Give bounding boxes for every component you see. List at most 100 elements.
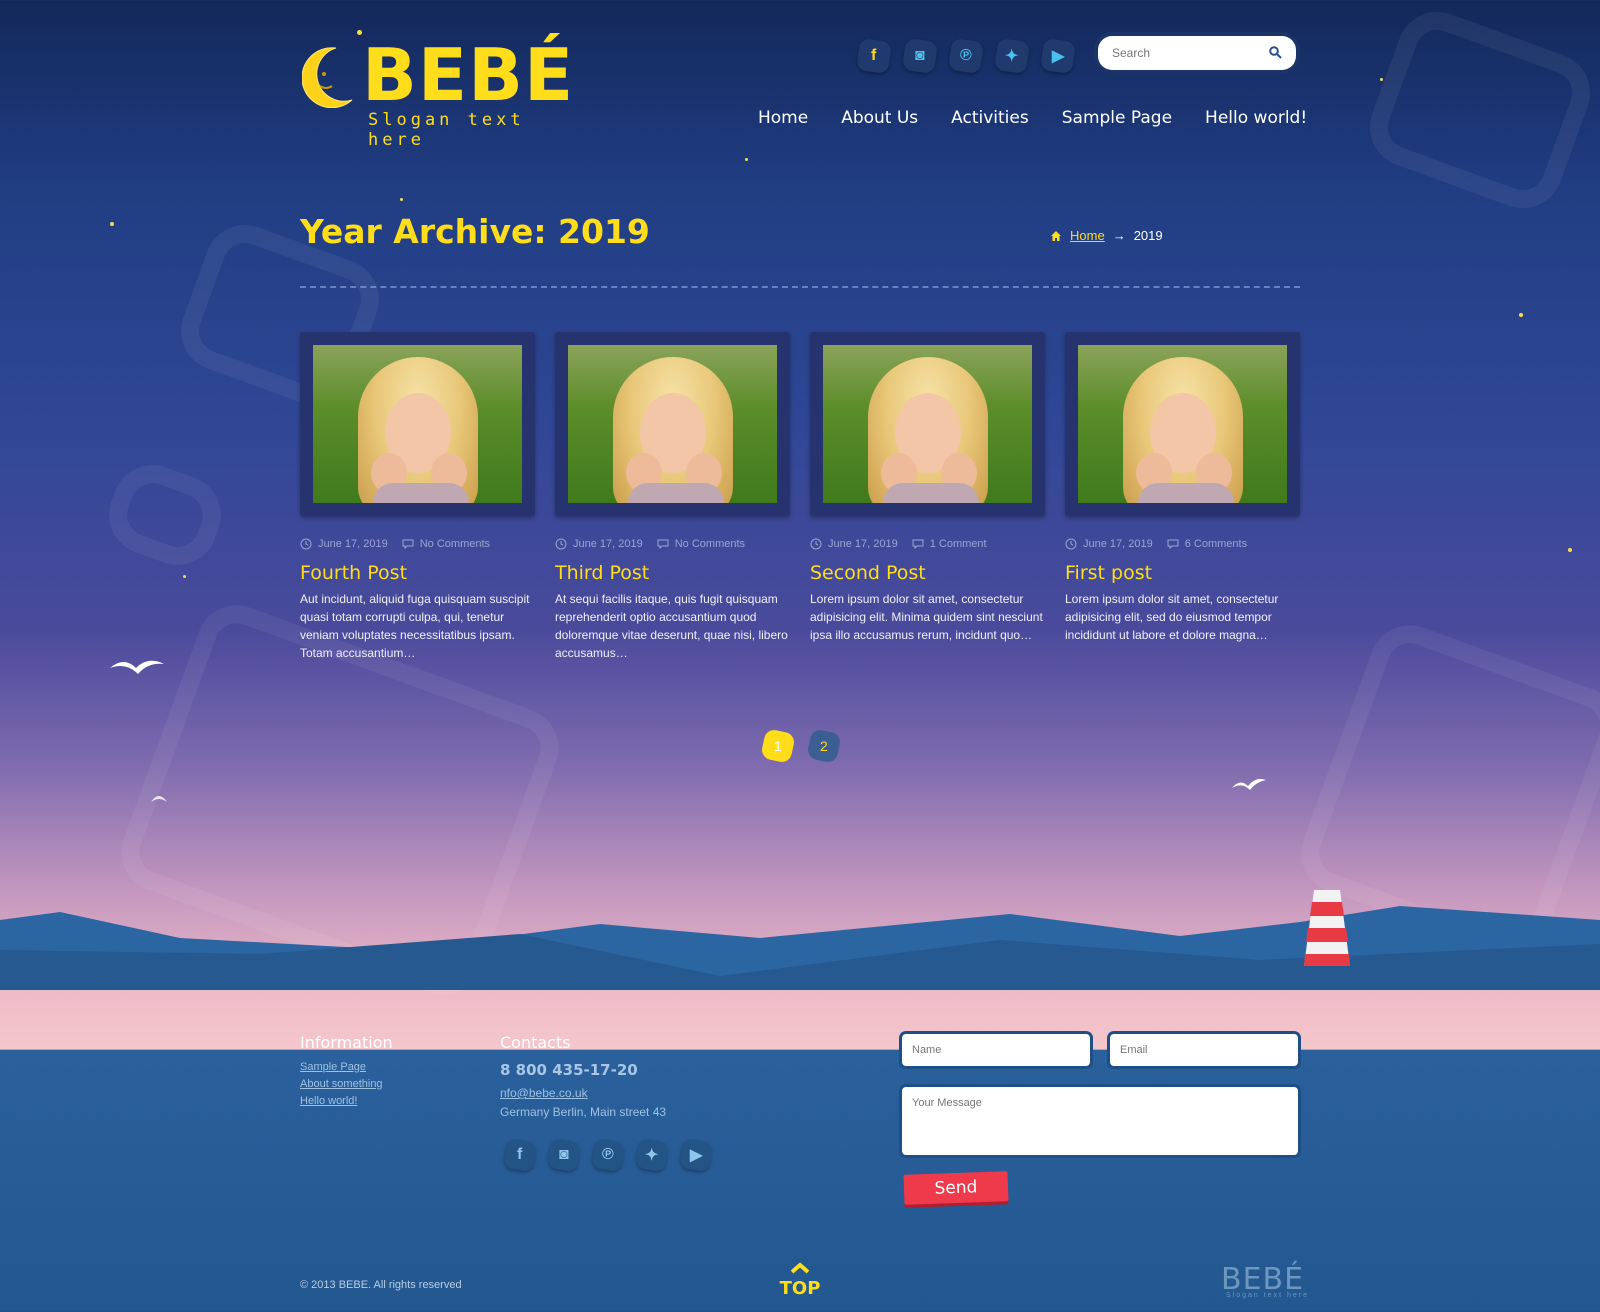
star-decor [183, 575, 186, 578]
main-nav: Home About Us Activities Sample Page Hel… [758, 108, 1307, 128]
post-meta: June 17, 2019 No Comments [555, 538, 790, 550]
post-thumbnail[interactable] [300, 332, 535, 516]
post-title[interactable]: Fourth Post [300, 562, 535, 584]
footer-link-sample-page[interactable]: Sample Page [300, 1061, 366, 1073]
post-photo [823, 345, 1032, 503]
header-social-links: f ◙ ℗ ✦ ▶ [855, 37, 1077, 75]
footer-link-about-something[interactable]: About something [300, 1078, 383, 1090]
post-date: June 17, 2019 [573, 538, 643, 550]
post-comments-link[interactable]: No Comments [675, 538, 745, 550]
swirl-decor [1358, 0, 1600, 220]
nav-home[interactable]: Home [758, 108, 808, 128]
youtube-icon[interactable]: ▶ [1039, 37, 1077, 75]
pinterest-icon[interactable]: ℗ [947, 37, 985, 75]
page-1-button[interactable]: 1 [760, 728, 796, 764]
post-excerpt: Aut incidunt, aliquid fuga quisquam susc… [300, 592, 530, 660]
footer-slogan: Slogan text here [1226, 1292, 1309, 1299]
breadcrumb-arrow-icon: → [1112, 228, 1126, 243]
twitter-icon[interactable]: ✦ [993, 37, 1031, 75]
post-title[interactable]: First post [1065, 562, 1300, 584]
footer-information-heading: Information [300, 1033, 393, 1052]
breadcrumb: Home → 2019 [1050, 228, 1163, 243]
message-field[interactable] [902, 1087, 1298, 1155]
post-card: June 17, 2019 No Comments Fourth Post Au… [300, 332, 535, 662]
clock-icon [555, 538, 567, 550]
seagull-icon [1232, 778, 1266, 790]
post-photo [1078, 345, 1287, 503]
home-icon [1051, 230, 1061, 241]
post-excerpt: At sequi facilis itaque, quis fugit quis… [555, 592, 788, 660]
nav-activities[interactable]: Activities [951, 108, 1029, 128]
pinterest-icon[interactable]: ℗ [591, 1138, 625, 1172]
nav-hello-world[interactable]: Hello world! [1205, 108, 1307, 128]
search-input[interactable] [1098, 36, 1258, 70]
post-comments-link[interactable]: 6 Comments [1185, 538, 1247, 550]
clock-icon [810, 538, 822, 550]
search-box [1098, 36, 1296, 70]
site-logo[interactable]: BEBÉ Slogan text here [300, 30, 590, 150]
page-2-button[interactable]: 2 [806, 728, 842, 764]
post-excerpt: Lorem ipsum dolor sit amet, consectetur … [1065, 592, 1279, 642]
seagull-icon [151, 796, 167, 802]
post-photo [313, 345, 522, 503]
star-decor [110, 222, 114, 226]
search-icon[interactable] [1269, 46, 1282, 59]
post-comments-link[interactable]: No Comments [420, 538, 490, 550]
breadcrumb-home[interactable]: Home [1070, 228, 1105, 243]
send-button[interactable]: Send [903, 1171, 1009, 1205]
facebook-icon[interactable]: f [855, 37, 893, 75]
email-field[interactable] [1110, 1034, 1298, 1066]
comment-icon [912, 539, 924, 550]
post-card: June 17, 2019 6 Comments First post Lore… [1065, 332, 1300, 662]
post-thumbnail[interactable] [1065, 332, 1300, 516]
comment-icon [1167, 539, 1179, 550]
breadcrumb-current: 2019 [1133, 228, 1163, 243]
pagination: 1 2 [760, 728, 842, 764]
copyright-text: © 2013 BEBE. All rights reserved [300, 1279, 462, 1291]
post-thumbnail[interactable] [810, 332, 1045, 516]
swirl-decor [97, 453, 233, 577]
back-to-top-button[interactable]: TOP [777, 1262, 823, 1302]
post-photo [568, 345, 777, 503]
youtube-icon[interactable]: ▶ [679, 1138, 713, 1172]
moon-icon [302, 47, 353, 108]
star-decor [1519, 313, 1523, 317]
seagull-icon [110, 660, 164, 674]
footer-link-hello-world[interactable]: Hello world! [300, 1095, 357, 1107]
lighthouse-icon [1304, 890, 1350, 966]
page-title: Year Archive: 2019 [300, 212, 650, 251]
top-label: TOP [779, 1278, 821, 1299]
post-date: June 17, 2019 [318, 538, 388, 550]
post-title[interactable]: Third Post [555, 562, 790, 584]
post-card: June 17, 2019 No Comments Third Post At … [555, 332, 790, 662]
dashed-divider [300, 286, 1300, 288]
post-meta: June 17, 2019 1 Comment [810, 538, 1045, 550]
chevron-up-icon [790, 1262, 810, 1274]
name-field[interactable] [902, 1034, 1090, 1066]
contact-address: Germany Berlin, Main street 43 [500, 1105, 667, 1119]
post-comments-link[interactable]: 1 Comment [930, 538, 987, 550]
instagram-icon[interactable]: ◙ [901, 37, 939, 75]
contact-email[interactable]: nfo@bebe.co.uk [500, 1086, 588, 1100]
post-meta: June 17, 2019 6 Comments [1065, 538, 1300, 550]
nav-about-us[interactable]: About Us [841, 108, 918, 128]
post-title[interactable]: Second Post [810, 562, 1045, 584]
star-decor [745, 158, 748, 161]
footer-social-links: f ◙ ℗ ✦ ▶ [503, 1138, 713, 1172]
logo-slogan: Slogan text here [368, 110, 525, 150]
footer-contacts-heading: Contacts [500, 1033, 571, 1052]
instagram-icon[interactable]: ◙ [547, 1138, 581, 1172]
comment-icon [657, 539, 669, 550]
post-excerpt: Lorem ipsum dolor sit amet, consectetur … [810, 592, 1043, 642]
star-decor [400, 198, 403, 201]
post-grid: June 17, 2019 No Comments Fourth Post Au… [300, 332, 1300, 662]
sea-hills-decor [0, 906, 1600, 990]
post-card: June 17, 2019 1 Comment Second Post Lore… [810, 332, 1045, 662]
post-date: June 17, 2019 [828, 538, 898, 550]
post-thumbnail[interactable] [555, 332, 790, 516]
facebook-icon[interactable]: f [503, 1138, 537, 1172]
twitter-icon[interactable]: ✦ [635, 1138, 669, 1172]
post-date: June 17, 2019 [1083, 538, 1153, 550]
nav-sample-page[interactable]: Sample Page [1062, 108, 1172, 128]
contact-phone: 8 800 435-17-20 [500, 1061, 638, 1079]
